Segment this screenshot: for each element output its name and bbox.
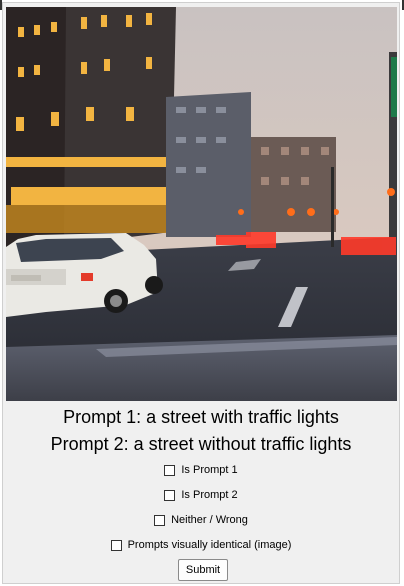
submit-button[interactable]: Submit — [178, 559, 228, 581]
option-prompts-identical[interactable]: Prompts visually identical (image) — [3, 539, 399, 551]
option-is-prompt-2[interactable]: Is Prompt 2 — [3, 489, 399, 501]
is-prompt-2-label: Is Prompt 2 — [181, 489, 238, 501]
prompt-1-text: Prompt 1: a street with traffic lights — [63, 407, 339, 427]
option-is-prompt-1[interactable]: Is Prompt 1 — [3, 464, 399, 476]
option-neither-wrong[interactable]: Neither / Wrong — [3, 514, 399, 526]
annotation-window: Prompt 1: a street with traffic lights P… — [2, 2, 400, 584]
prompt-2-text: Prompt 2: a street without traffic light… — [50, 434, 352, 454]
is-prompt-1-checkbox[interactable] — [164, 464, 176, 476]
neither-wrong-checkbox[interactable] — [154, 514, 166, 526]
street-scene-image — [6, 7, 397, 401]
prompts-identical-label: Prompts visually identical (image) — [127, 539, 292, 551]
is-prompt-1-label: Is Prompt 1 — [181, 464, 238, 476]
neither-wrong-label: Neither / Wrong — [171, 514, 248, 526]
prompts-identical-checkbox[interactable] — [110, 539, 122, 551]
is-prompt-2-checkbox[interactable] — [164, 489, 176, 501]
